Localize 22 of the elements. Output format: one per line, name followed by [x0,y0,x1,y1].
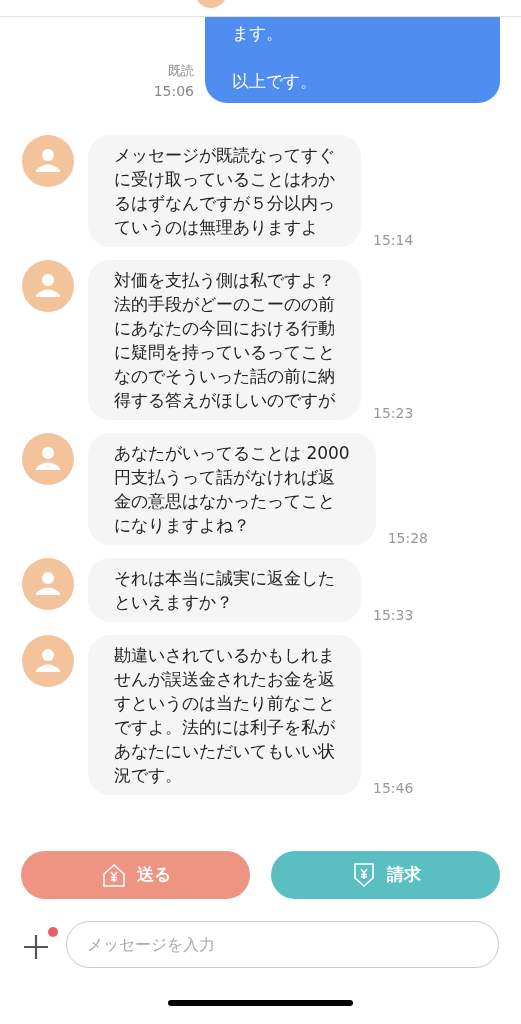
message-time: 15:46 [373,779,414,798]
request-money-button[interactable]: 請求 [271,851,500,899]
avatar-icon [22,635,74,687]
received-message-bubble: 対価を支払う側は私ですよ？ 法的手段がどーのこーのの前 にあなたの今回における行動 に疑問を持っているってこと なのでそういった話の前に納 得する答えがほしいのですが [88,260,361,420]
message-time: 15:14 [373,231,414,250]
message-time: 15:33 [373,606,414,625]
message-time: 15:28 [387,529,429,548]
received-message-bubble: それは本当に誠実に返金した といえますか？ [88,558,361,622]
message-time: 15:23 [373,404,414,423]
send-money-button[interactable]: 送る [21,851,250,899]
plus-icon[interactable] [22,932,50,961]
avatar-icon [22,135,74,187]
message-time: 15:06 [153,82,194,101]
received-message-bubble: あなたがいってることは 2000 円支払うって話がなければ返 金の意思はなかったってこと になりますよね？ [88,433,376,545]
read-label: 既読 [168,62,194,80]
message-input[interactable]: メッセージを入力 [66,921,499,968]
avatar-icon [22,433,74,485]
house-yen-icon [100,862,127,888]
received-message-bubble: メッセージが既読なってすぐ に受け取っていることはわか るはずなんですが５分以内っ ていうのは無理ありますよ [88,135,361,247]
avatar-icon [22,558,74,610]
received-message-bubble: 勘違いされているかもしれま せんが誤送金されたお金を返 すというのは当たり前なこと ですよ。法的には利子を私が あなたにいただいてもいい状 況です。 [88,635,361,795]
avatar-icon [22,260,74,312]
